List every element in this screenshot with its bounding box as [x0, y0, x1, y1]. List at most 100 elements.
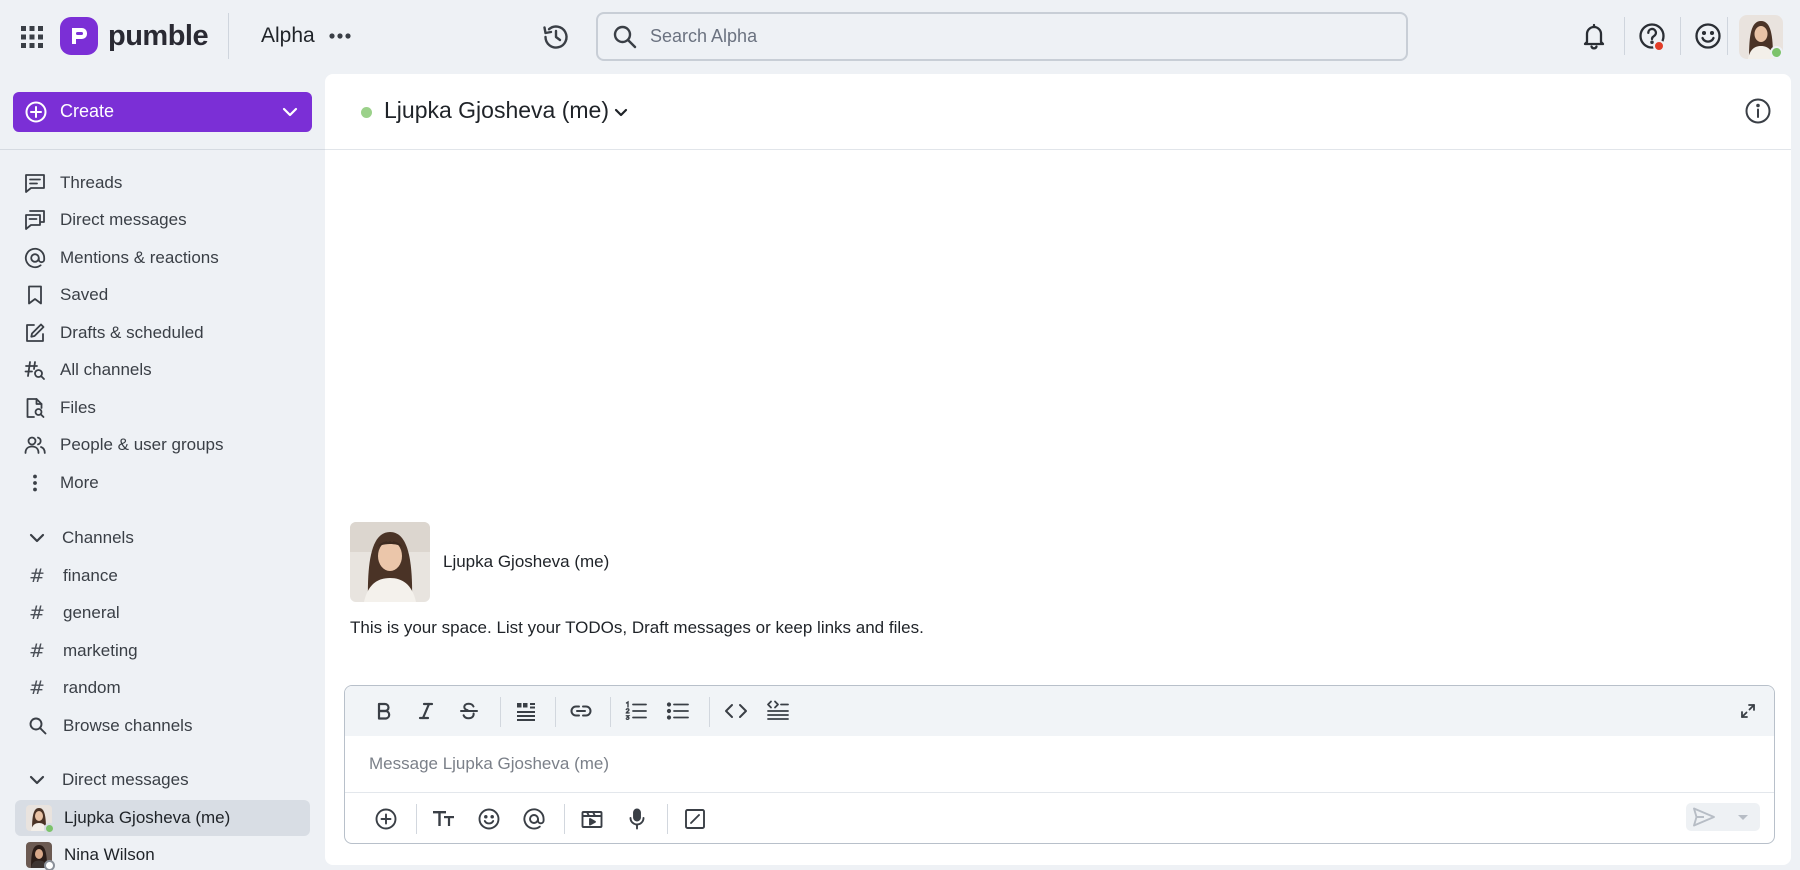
formatting-toolbar	[345, 686, 1774, 736]
search-icon	[612, 24, 638, 50]
hash-icon: #	[29, 602, 45, 624]
microphone-icon[interactable]	[623, 805, 651, 833]
italic-icon[interactable]	[413, 698, 439, 724]
sidebar-item-label: Drafts & scheduled	[60, 323, 204, 342]
help-notification-dot	[1653, 40, 1665, 52]
slash-command-icon[interactable]	[681, 805, 709, 833]
sidebar-channel-finance[interactable]: # finance	[28, 560, 118, 592]
send-button-group	[1686, 803, 1760, 831]
message-composer	[344, 685, 1775, 844]
code-block-icon[interactable]	[765, 698, 791, 724]
plus-circle-icon	[25, 101, 47, 123]
sidebar-item-label: More	[60, 473, 99, 492]
apps-grid-icon[interactable]	[19, 24, 45, 50]
vertical-dots-icon	[24, 472, 46, 494]
sidebar-item-label: All channels	[60, 360, 152, 379]
channel-name: random	[63, 678, 121, 697]
conversation-title[interactable]: Ljupka Gjosheva (me)	[384, 97, 609, 124]
mention-icon[interactable]	[520, 805, 548, 833]
file-search-icon	[24, 397, 46, 419]
sidebar-item-people[interactable]: People & user groups	[24, 429, 224, 461]
expand-icon[interactable]	[1735, 698, 1761, 724]
channels-section-toggle[interactable]: Channels	[27, 523, 134, 553]
caret-down-icon[interactable]	[1734, 809, 1752, 825]
sidebar-item-label: Mentions & reactions	[60, 248, 219, 267]
avatar	[26, 842, 55, 870]
draft-pencil-icon	[24, 322, 46, 344]
sidebar-item-direct-messages[interactable]: Direct messages	[24, 204, 187, 236]
send-icon[interactable]	[1692, 806, 1716, 828]
link-icon[interactable]	[568, 698, 594, 724]
sidebar-channel-general[interactable]: # general	[28, 597, 120, 629]
intro-avatar	[350, 522, 430, 602]
channel-name: marketing	[63, 641, 138, 660]
text-format-icon[interactable]	[430, 805, 458, 833]
bell-icon[interactable]	[1578, 20, 1610, 52]
search-input[interactable]	[650, 14, 1390, 59]
toolbar-divider	[564, 804, 565, 834]
sidebar-item-drafts[interactable]: Drafts & scheduled	[24, 317, 204, 349]
browse-channels-link[interactable]: Browse channels	[28, 710, 192, 742]
hash-icon: #	[29, 640, 45, 662]
chevron-down-icon	[27, 528, 47, 548]
sidebar-item-mentions[interactable]: Mentions & reactions	[24, 242, 219, 274]
people-icon	[24, 434, 46, 456]
channel-name: general	[63, 603, 120, 622]
chevron-down-icon[interactable]	[611, 102, 631, 122]
dm-name: Ljupka Gjosheva (me)	[64, 808, 231, 827]
message-input[interactable]	[345, 736, 1774, 792]
workspace-name[interactable]: Alpha	[261, 24, 315, 48]
channel-name: finance	[63, 566, 118, 585]
top-right-divider	[1727, 17, 1728, 55]
emoji-icon[interactable]	[475, 805, 503, 833]
dm-item-nina[interactable]: Nina Wilson	[15, 837, 310, 870]
top-right-divider	[1624, 17, 1625, 55]
dm-heading: Direct messages	[62, 770, 189, 789]
status-emoji-icon[interactable]	[1692, 20, 1724, 52]
sidebar-item-label: Files	[60, 398, 96, 417]
sidebar-item-saved[interactable]: Saved	[24, 279, 108, 311]
top-bar: pumble Alpha	[0, 0, 1800, 74]
sidebar-item-label: Threads	[60, 173, 123, 192]
composer-actions-bar	[345, 792, 1774, 843]
history-icon[interactable]	[540, 21, 572, 53]
sidebar-item-label: People & user groups	[60, 435, 224, 454]
bookmark-icon	[24, 284, 46, 306]
dm-item-ljupka[interactable]: Ljupka Gjosheva (me)	[15, 800, 310, 836]
sidebar-item-label: Saved	[60, 285, 109, 304]
strikethrough-icon[interactable]	[456, 698, 482, 724]
toolbar-divider	[555, 697, 556, 727]
dm-section-toggle[interactable]: Direct messages	[27, 765, 189, 795]
search-bar[interactable]	[596, 12, 1408, 61]
sidebar-item-more[interactable]: More	[24, 467, 99, 499]
toolbar-divider	[416, 804, 417, 834]
blockquote-icon[interactable]	[513, 698, 539, 724]
more-horizontal-icon[interactable]	[327, 24, 353, 48]
create-button-label: Create	[60, 101, 115, 121]
direct-messages-icon	[24, 209, 46, 231]
online-status-dot	[44, 823, 55, 834]
top-divider	[228, 13, 229, 59]
toolbar-divider	[610, 697, 611, 727]
browse-channels-label: Browse channels	[63, 716, 193, 735]
pumble-logo-icon	[60, 17, 98, 55]
attach-plus-icon[interactable]	[372, 805, 400, 833]
sidebar-channel-random[interactable]: # random	[28, 672, 121, 704]
intro-description: This is your space. List your TODOs, Dra…	[350, 618, 924, 637]
sidebar-item-files[interactable]: Files	[24, 392, 96, 424]
gif-video-icon[interactable]	[578, 805, 606, 833]
sidebar-item-all-channels[interactable]: All channels	[24, 354, 152, 386]
code-icon[interactable]	[723, 698, 749, 724]
toolbar-divider	[709, 697, 710, 727]
bold-icon[interactable]	[371, 698, 397, 724]
sidebar-item-threads[interactable]: Threads	[24, 167, 122, 199]
ordered-list-icon[interactable]	[623, 698, 649, 724]
avatar	[26, 805, 55, 834]
chevron-down-icon	[27, 770, 47, 790]
search-icon	[28, 716, 48, 736]
info-icon[interactable]	[1743, 96, 1773, 126]
sidebar-channel-marketing[interactable]: # marketing	[28, 635, 138, 667]
sidebar-item-label: Direct messages	[60, 210, 187, 229]
create-button[interactable]: Create	[13, 92, 312, 132]
bulleted-list-icon[interactable]	[665, 698, 691, 724]
